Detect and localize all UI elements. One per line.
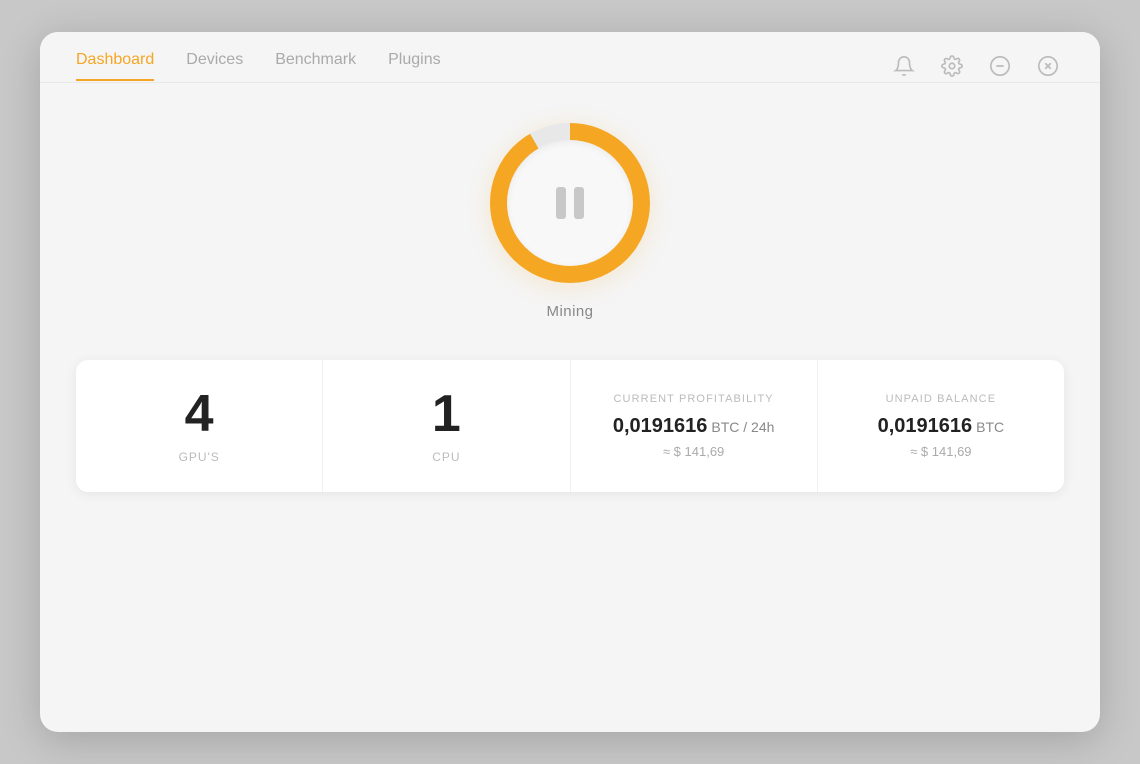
- main-content: Mining 4 GPU'S 1 CPU CURRENT PROFITABILI…: [40, 83, 1100, 732]
- close-icon: [1037, 55, 1059, 77]
- gear-icon: [941, 55, 963, 77]
- pause-bar-right: [574, 187, 584, 219]
- nav-plugins[interactable]: Plugins: [388, 51, 440, 81]
- stat-cpu: 1 CPU: [323, 360, 570, 492]
- nav-dashboard[interactable]: Dashboard: [76, 51, 154, 81]
- stat-gpus: 4 GPU'S: [76, 360, 323, 492]
- cpu-label: CPU: [432, 450, 460, 464]
- bell-icon: [893, 55, 915, 77]
- profitability-btc-value: 0,0191616BTC / 24h: [613, 415, 775, 438]
- mining-status-label: Mining: [547, 303, 594, 320]
- unpaid-section-label: UNPAID BALANCE: [886, 393, 997, 405]
- close-icon-button[interactable]: [1032, 50, 1064, 82]
- navbar: Dashboard Devices Benchmark Plugins: [40, 32, 1100, 82]
- stats-row: 4 GPU'S 1 CPU CURRENT PROFITABILITY 0,01…: [76, 360, 1064, 492]
- stat-unpaid-balance: UNPAID BALANCE 0,0191616BTC ≈ $ 141,69: [818, 360, 1064, 492]
- mining-section: Mining: [490, 123, 650, 320]
- unpaid-approx: ≈ $ 141,69: [910, 444, 971, 459]
- unpaid-btc-value: 0,0191616BTC: [878, 415, 1005, 438]
- cpu-count: 1: [432, 388, 461, 440]
- profitability-section-label: CURRENT PROFITABILITY: [614, 393, 774, 405]
- nav-benchmark[interactable]: Benchmark: [275, 51, 356, 81]
- minimize-icon-button[interactable]: [984, 50, 1016, 82]
- nav-links: Dashboard Devices Benchmark Plugins: [76, 51, 441, 81]
- mining-ring-button[interactable]: [490, 123, 650, 283]
- gpu-count: 4: [185, 388, 214, 440]
- gear-icon-button[interactable]: [936, 50, 968, 82]
- pause-bar-left: [556, 187, 566, 219]
- gpu-label: GPU'S: [179, 450, 220, 464]
- app-window: Dashboard Devices Benchmark Plugins: [40, 32, 1100, 732]
- bell-icon-button[interactable]: [888, 50, 920, 82]
- nav-devices[interactable]: Devices: [186, 51, 243, 81]
- profitability-approx: ≈ $ 141,69: [663, 444, 724, 459]
- minimize-icon: [989, 55, 1011, 77]
- stat-profitability: CURRENT PROFITABILITY 0,0191616BTC / 24h…: [571, 360, 818, 492]
- mining-button-wrap[interactable]: [490, 123, 650, 283]
- mining-ring-inner: [507, 140, 633, 266]
- pause-icon: [556, 187, 584, 219]
- nav-icons: [888, 50, 1064, 82]
